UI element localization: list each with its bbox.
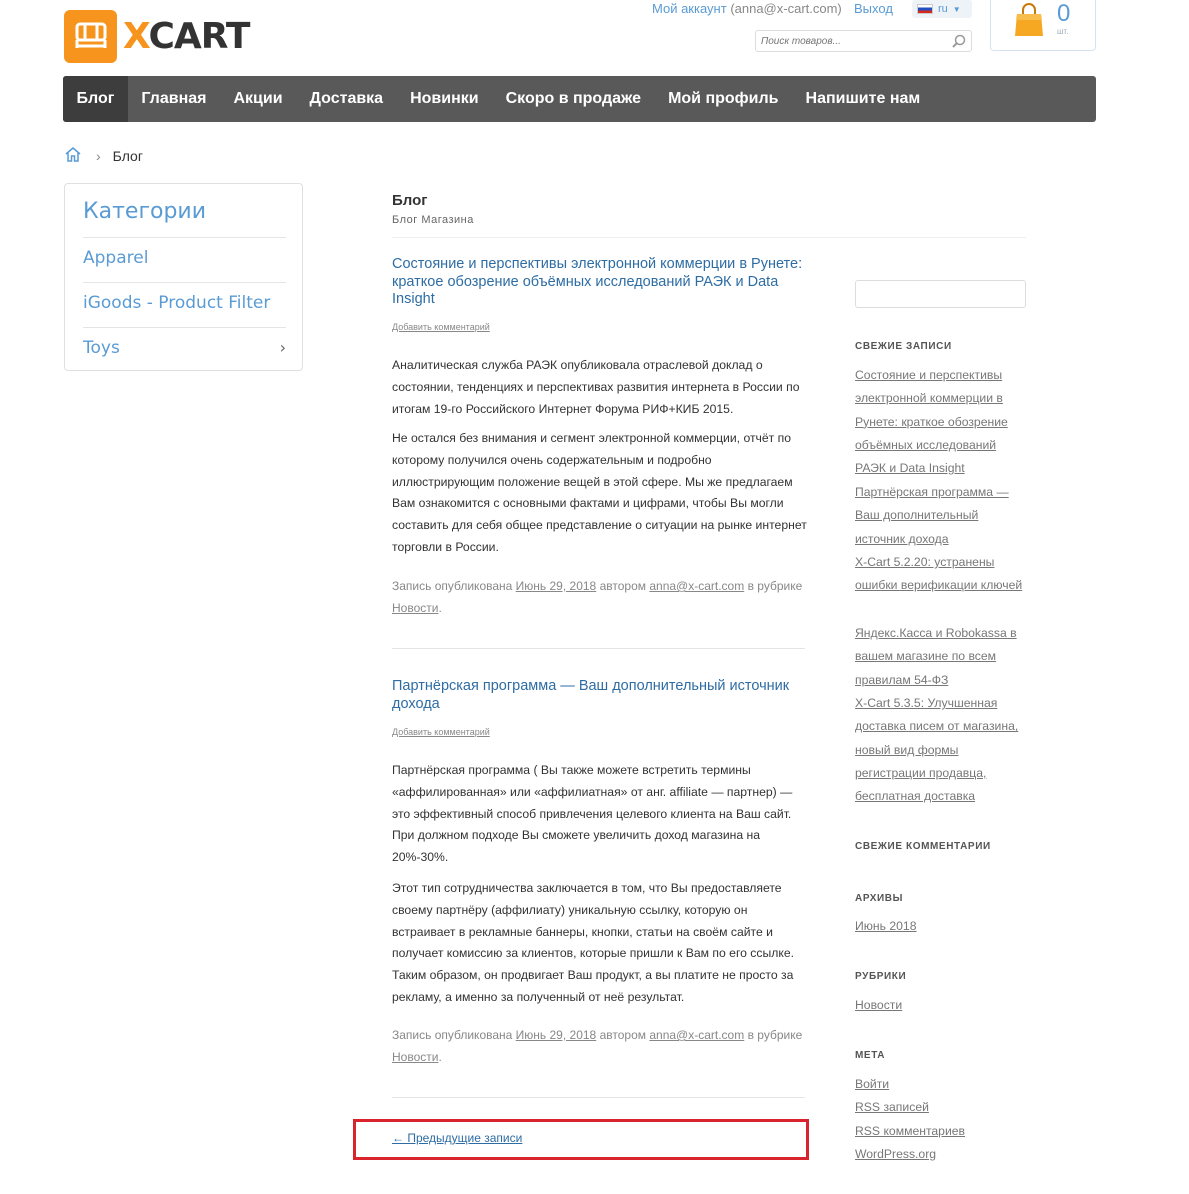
chevron-down-icon: ▼ [952,4,961,14]
category-igoods-product-filter[interactable]: iGoods - Product Filter [83,293,286,313]
recent-posts-heading: СВЕЖИЕ ЗАПИСИ [855,341,952,352]
category-link[interactable]: Новости [392,1050,438,1064]
nav-item-coming-soon[interactable]: Скоро в продаже [492,76,654,122]
main-nav: Блог Главная Акции Доставка Новинки Скор… [63,76,1096,122]
nav-item-contact-us[interactable]: Напишите нам [792,76,934,122]
home-icon[interactable] [64,146,82,165]
post-paragraph: Этот тип сотрудничества заключается в то… [392,881,794,1004]
category-link[interactable]: Новости [392,601,438,615]
meta-text: автором [599,579,646,593]
logo-text: XCART [123,16,250,57]
categories-title: Категории [83,199,207,224]
archive-link[interactable]: Июнь 2018 [855,915,1030,938]
divider [83,327,286,328]
highlight-box [353,1119,809,1160]
category-toys[interactable]: Toys › [83,338,286,358]
product-search [755,30,972,52]
russian-flag-icon [917,4,933,14]
archives-heading: АРХИВЫ [855,893,903,904]
nav-item-home[interactable]: Главная [128,76,220,122]
meta-text: Запись опубликована [392,1028,513,1042]
product-search-input[interactable] [756,31,946,52]
page-title: Блог [392,192,428,209]
language-selector[interactable]: ru ▼ [912,0,972,18]
breadcrumb-separator: › [96,147,101,164]
breadcrumb-current: Блог [112,147,143,164]
meta-text: в рубрике [747,579,803,593]
account-email: (anna@x-cart.com) [730,1,842,16]
search-icon[interactable] [951,33,967,54]
divider [392,648,805,649]
cart-unit: шт. [1057,27,1069,36]
wordpress-link[interactable]: WordPress.org [855,1143,1030,1166]
post-paragraph: Аналитическая служба РАЭК опубликовала о… [392,358,800,416]
post-paragraph: Партнёрская программа ( Вы также можете … [392,763,793,865]
chevron-right-icon[interactable]: › [280,338,286,357]
language-code: ru [938,3,948,15]
nav-item-new-arrivals[interactable]: Новинки [397,76,493,122]
breadcrumb: › Блог [64,146,143,165]
page-subtitle: Блог Магазина [392,214,474,226]
nav-item-blog[interactable]: Блог [63,76,128,122]
rss-comments-link[interactable]: RSS комментариев [855,1120,1030,1143]
recent-post-link[interactable]: X-Cart 5.2.20: устранены ошибки верифика… [855,551,1030,598]
cart-count: 0 [1057,0,1071,27]
post-date-link[interactable]: Июнь 29, 2018 [516,1028,597,1042]
meta-text: Запись опубликована [392,579,513,593]
recent-post-link[interactable]: Состояние и перспективы электронной комм… [855,364,1030,480]
category-toys-label: Toys [83,338,120,358]
post-title[interactable]: Состояние и перспективы электронной комм… [392,256,812,309]
login-link[interactable]: Войти [855,1073,1030,1096]
post-paragraph: Не остался без внимания и сегмент электр… [392,431,807,554]
post-date-link[interactable]: Июнь 29, 2018 [516,579,597,593]
meta-heading: МЕТА [855,1050,886,1061]
logout-link[interactable]: Выход [854,1,893,16]
post-title[interactable]: Партнёрская программа — Ваш дополнительн… [392,678,812,713]
recent-comments-heading: СВЕЖИЕ КОММЕНТАРИИ [855,841,991,852]
author-link[interactable]: anna@x-cart.com [649,1028,744,1042]
post-meta: Запись опубликована Июнь 29, 2018 авторо… [392,1024,805,1068]
meta-text: . [438,601,442,615]
logo-cart-icon [64,10,117,63]
post-meta: Запись опубликована Июнь 29, 2018 авторо… [392,575,805,619]
nav-item-delivery[interactable]: Доставка [296,76,397,122]
categories-box: Категории Apparel iGoods - Product Filte… [64,183,303,371]
rubric-link[interactable]: Новости [855,994,1030,1017]
meta-text: . [438,1050,442,1064]
category-apparel[interactable]: Apparel [83,248,286,268]
divider [392,1097,805,1098]
divider [392,237,1026,238]
shopping-bag-icon [1013,2,1045,43]
add-comment-link[interactable]: Добавить комментарий [392,322,490,332]
recent-post-link[interactable]: Партнёрская программа — Ваш дополнительн… [855,481,1030,551]
blog-search-input[interactable] [855,280,1026,308]
recent-post-link[interactable]: Яндекс.Касса и Robokassa в вашем магазин… [855,622,1030,692]
rss-posts-link[interactable]: RSS записей [855,1096,1030,1119]
mini-cart[interactable]: 0 шт. [990,0,1096,51]
meta-text: автором [599,1028,646,1042]
my-account-link[interactable]: Мой аккаунт (anna@x-cart.com) [652,1,842,16]
divider [83,237,286,238]
logo[interactable]: XCART [64,10,250,63]
add-comment-link[interactable]: Добавить комментарий [392,727,490,737]
author-link[interactable]: anna@x-cart.com [649,579,744,593]
divider [83,282,286,283]
nav-item-sales[interactable]: Акции [220,76,296,122]
my-account-label[interactable]: Мой аккаунт [652,1,727,16]
recent-post-link[interactable]: X-Cart 5.3.5: Улучшенная доставка писем … [855,692,1030,808]
meta-text: в рубрике [747,1028,803,1042]
rubrics-heading: РУБРИКИ [855,971,907,982]
nav-item-my-profile[interactable]: Мой профиль [655,76,792,122]
